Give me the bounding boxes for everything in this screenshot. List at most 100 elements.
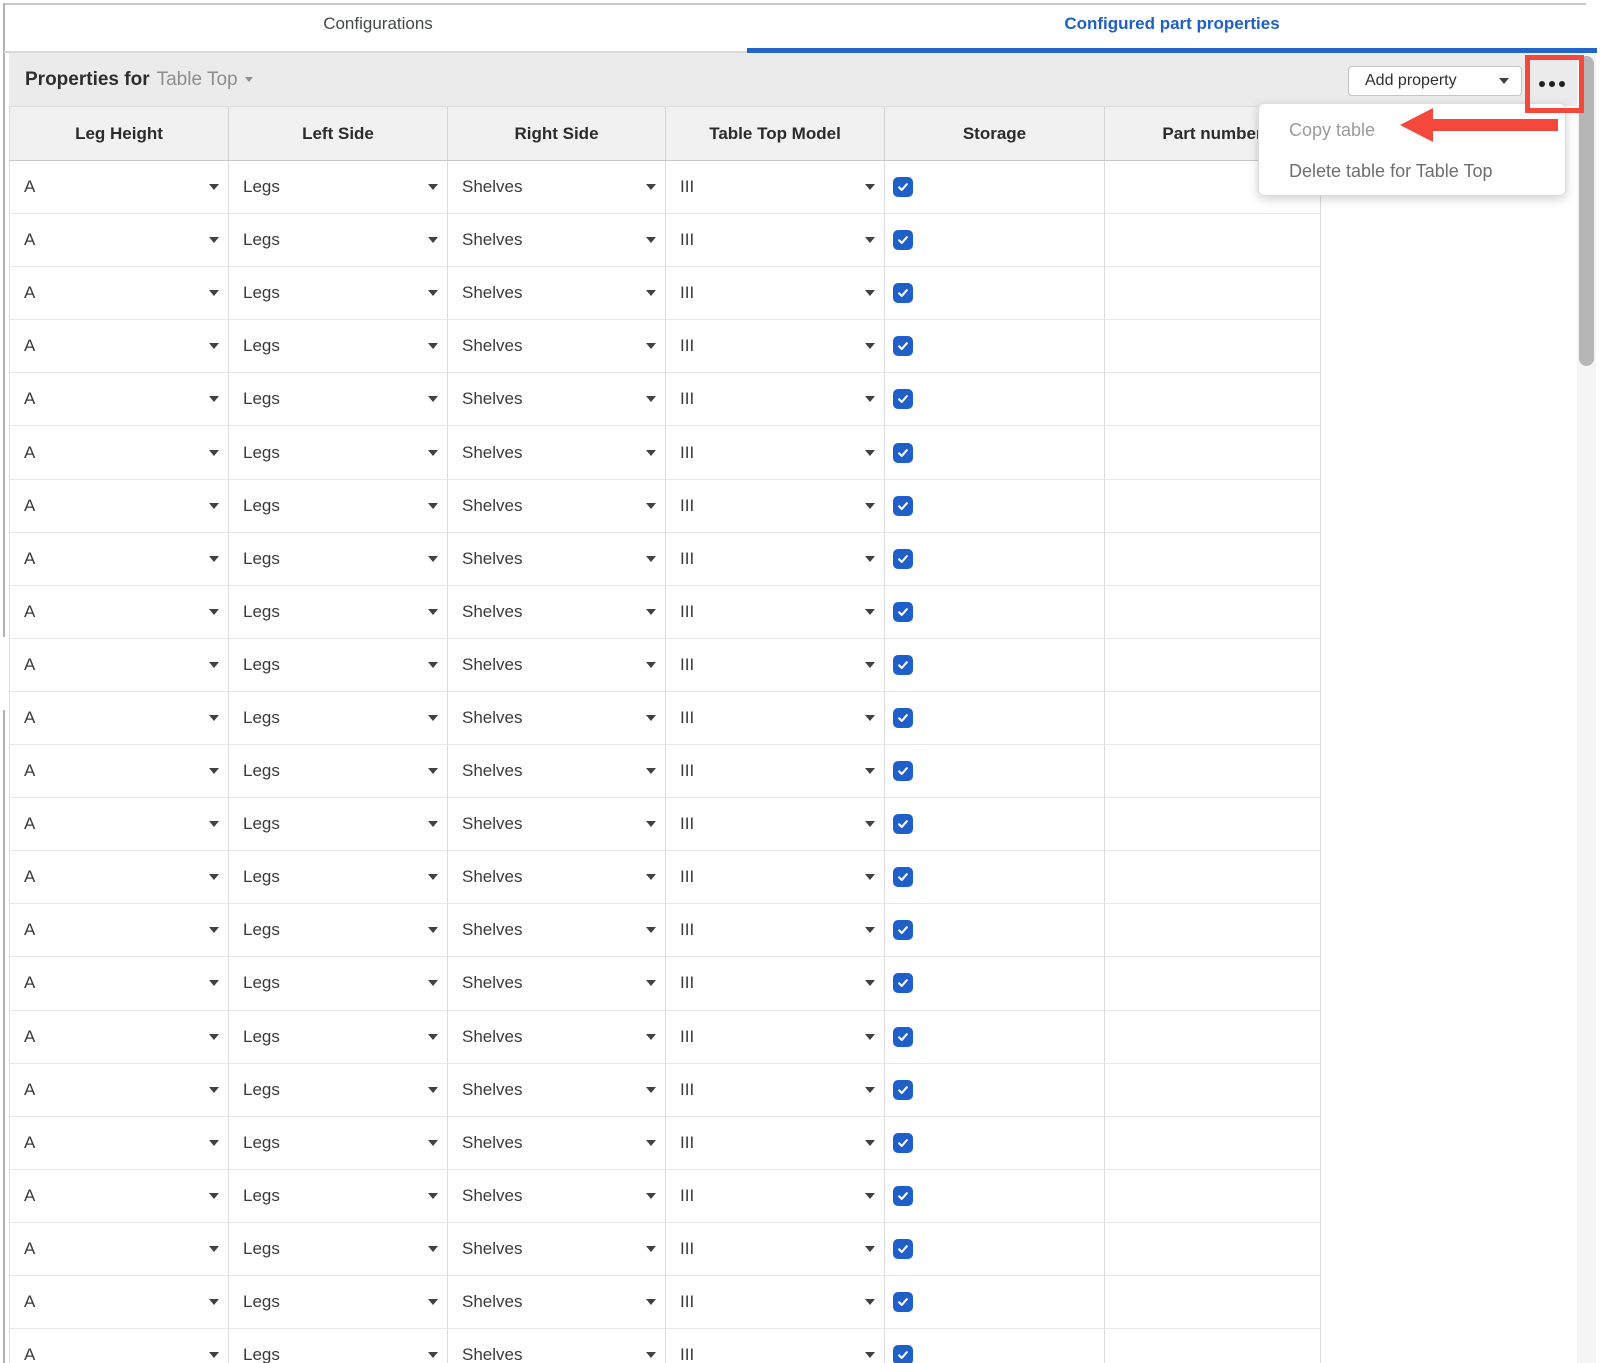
right-side-dropdown[interactable]: Shelves <box>448 586 665 638</box>
add-property-button[interactable]: Add property <box>1348 66 1522 96</box>
storage-checkbox[interactable] <box>893 389 913 409</box>
right-side-dropdown[interactable]: Shelves <box>448 1170 665 1222</box>
right-side-dropdown[interactable]: Shelves <box>448 1064 665 1116</box>
right-side-dropdown[interactable]: Shelves <box>448 957 665 1009</box>
storage-checkbox[interactable] <box>893 1345 913 1363</box>
leg-height-dropdown[interactable]: A <box>10 1064 228 1116</box>
left-side-dropdown[interactable]: Legs <box>229 1170 447 1222</box>
right-side-dropdown[interactable]: Shelves <box>448 1117 665 1169</box>
right-side-dropdown[interactable]: Shelves <box>448 1011 665 1063</box>
leg-height-dropdown[interactable]: A <box>10 480 228 532</box>
storage-checkbox[interactable] <box>893 655 913 675</box>
table-top-model-dropdown[interactable]: III <box>666 798 884 850</box>
leg-height-dropdown[interactable]: A <box>10 426 228 478</box>
table-top-model-dropdown[interactable]: III <box>666 904 884 956</box>
table-top-model-dropdown[interactable]: III <box>666 745 884 797</box>
leg-height-dropdown[interactable]: A <box>10 798 228 850</box>
storage-checkbox[interactable] <box>893 761 913 781</box>
leg-height-dropdown[interactable]: A <box>10 851 228 903</box>
storage-checkbox[interactable] <box>893 283 913 303</box>
leg-height-dropdown[interactable]: A <box>10 1276 228 1328</box>
leg-height-dropdown[interactable]: A <box>10 1329 228 1363</box>
right-side-dropdown[interactable]: Shelves <box>448 426 665 478</box>
left-side-dropdown[interactable]: Legs <box>229 533 447 585</box>
table-top-model-dropdown[interactable]: III <box>666 1329 884 1363</box>
leg-height-dropdown[interactable]: A <box>10 533 228 585</box>
storage-checkbox[interactable] <box>893 1239 913 1259</box>
left-side-dropdown[interactable]: Legs <box>229 1011 447 1063</box>
table-top-model-dropdown[interactable]: III <box>666 1011 884 1063</box>
right-side-dropdown[interactable]: Shelves <box>448 480 665 532</box>
left-side-dropdown[interactable]: Legs <box>229 214 447 266</box>
left-side-dropdown[interactable]: Legs <box>229 1276 447 1328</box>
left-side-dropdown[interactable]: Legs <box>229 904 447 956</box>
ellipsis-button[interactable] <box>1532 64 1572 104</box>
right-side-dropdown[interactable]: Shelves <box>448 904 665 956</box>
storage-checkbox[interactable] <box>893 1186 913 1206</box>
properties-title[interactable]: Properties for Table Top <box>25 53 253 106</box>
leg-height-dropdown[interactable]: A <box>10 320 228 372</box>
left-side-dropdown[interactable]: Legs <box>229 745 447 797</box>
storage-checkbox[interactable] <box>893 336 913 356</box>
leg-height-dropdown[interactable]: A <box>10 745 228 797</box>
right-side-dropdown[interactable]: Shelves <box>448 639 665 691</box>
storage-checkbox[interactable] <box>893 496 913 516</box>
leg-height-dropdown[interactable]: A <box>10 1170 228 1222</box>
storage-checkbox[interactable] <box>893 1080 913 1100</box>
storage-checkbox[interactable] <box>893 708 913 728</box>
storage-checkbox[interactable] <box>893 230 913 250</box>
leg-height-dropdown[interactable]: A <box>10 373 228 425</box>
tab-configured-part-properties[interactable]: Configured part properties <box>747 0 1597 48</box>
storage-checkbox[interactable] <box>893 867 913 887</box>
right-side-dropdown[interactable]: Shelves <box>448 745 665 797</box>
left-side-dropdown[interactable]: Legs <box>229 161 447 213</box>
left-side-dropdown[interactable]: Legs <box>229 798 447 850</box>
right-side-dropdown[interactable]: Shelves <box>448 533 665 585</box>
left-side-dropdown[interactable]: Legs <box>229 1223 447 1275</box>
storage-checkbox[interactable] <box>893 814 913 834</box>
right-side-dropdown[interactable]: Shelves <box>448 798 665 850</box>
storage-checkbox[interactable] <box>893 1133 913 1153</box>
table-top-model-dropdown[interactable]: III <box>666 161 884 213</box>
right-side-dropdown[interactable]: Shelves <box>448 214 665 266</box>
storage-checkbox[interactable] <box>893 973 913 993</box>
table-top-model-dropdown[interactable]: III <box>666 1117 884 1169</box>
storage-checkbox[interactable] <box>893 549 913 569</box>
right-side-dropdown[interactable]: Shelves <box>448 161 665 213</box>
leg-height-dropdown[interactable]: A <box>10 586 228 638</box>
menu-item-copy-table[interactable]: Copy table <box>1259 110 1565 151</box>
tab-configurations[interactable]: Configurations <box>9 0 747 48</box>
left-side-dropdown[interactable]: Legs <box>229 851 447 903</box>
table-top-model-dropdown[interactable]: III <box>666 320 884 372</box>
table-top-model-dropdown[interactable]: III <box>666 267 884 319</box>
right-side-dropdown[interactable]: Shelves <box>448 851 665 903</box>
storage-checkbox[interactable] <box>893 920 913 940</box>
left-side-dropdown[interactable]: Legs <box>229 692 447 744</box>
table-top-model-dropdown[interactable]: III <box>666 586 884 638</box>
table-top-model-dropdown[interactable]: III <box>666 639 884 691</box>
table-top-model-dropdown[interactable]: III <box>666 1223 884 1275</box>
leg-height-dropdown[interactable]: A <box>10 1117 228 1169</box>
leg-height-dropdown[interactable]: A <box>10 1223 228 1275</box>
leg-height-dropdown[interactable]: A <box>10 161 228 213</box>
left-side-dropdown[interactable]: Legs <box>229 373 447 425</box>
storage-checkbox[interactable] <box>893 602 913 622</box>
table-top-model-dropdown[interactable]: III <box>666 373 884 425</box>
right-side-dropdown[interactable]: Shelves <box>448 373 665 425</box>
right-side-dropdown[interactable]: Shelves <box>448 1276 665 1328</box>
left-side-dropdown[interactable]: Legs <box>229 957 447 1009</box>
table-top-model-dropdown[interactable]: III <box>666 851 884 903</box>
leg-height-dropdown[interactable]: A <box>10 267 228 319</box>
right-side-dropdown[interactable]: Shelves <box>448 320 665 372</box>
left-side-dropdown[interactable]: Legs <box>229 586 447 638</box>
left-side-dropdown[interactable]: Legs <box>229 426 447 478</box>
storage-checkbox[interactable] <box>893 1292 913 1312</box>
leg-height-dropdown[interactable]: A <box>10 639 228 691</box>
leg-height-dropdown[interactable]: A <box>10 904 228 956</box>
scrollbar-thumb[interactable] <box>1579 56 1594 366</box>
left-side-dropdown[interactable]: Legs <box>229 480 447 532</box>
storage-checkbox[interactable] <box>893 443 913 463</box>
storage-checkbox[interactable] <box>893 177 913 197</box>
left-side-dropdown[interactable]: Legs <box>229 267 447 319</box>
table-top-model-dropdown[interactable]: III <box>666 480 884 532</box>
